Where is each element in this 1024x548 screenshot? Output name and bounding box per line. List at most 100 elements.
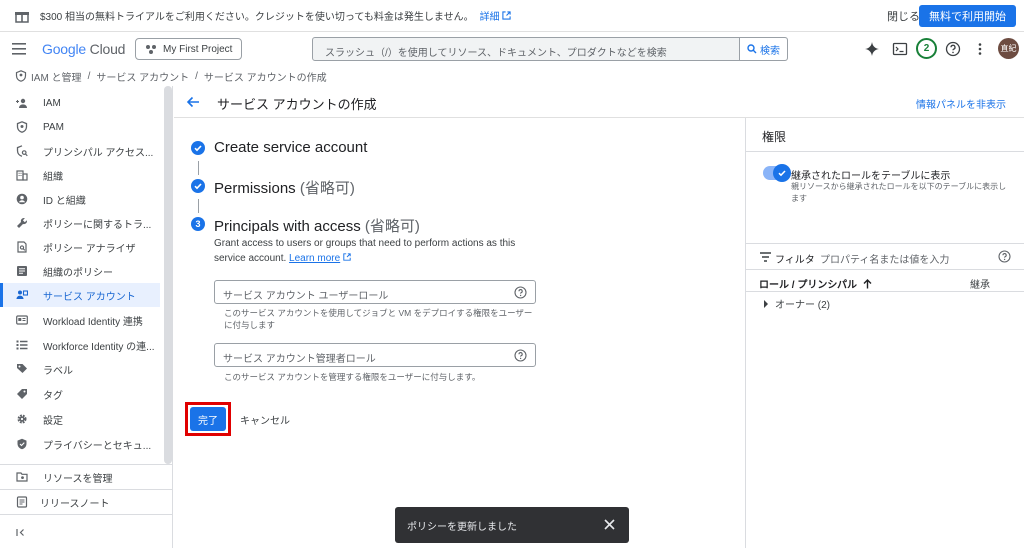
policy-icon — [16, 145, 28, 157]
field-hint: このサービス アカウントを使用してジョブと VM をデプロイする権限をユーザーに… — [224, 308, 533, 330]
top-header: Google Cloud My First Project スラッシュ（/）を使… — [0, 32, 1024, 66]
sidebar-item-pam[interactable]: PAM — [0, 115, 160, 139]
google-cloud-logo[interactable]: Google Cloud — [42, 41, 125, 57]
more-vert-icon[interactable] — [972, 41, 988, 57]
check-icon — [778, 170, 786, 177]
close-icon[interactable] — [604, 519, 615, 530]
project-selector[interactable]: My First Project — [135, 38, 242, 60]
sidebar-item-policy-troubleshooter[interactable]: ポリシーに関するトラ... — [0, 211, 160, 235]
cancel-button[interactable]: キャンセル — [240, 412, 290, 427]
inherited-roles-toggle[interactable] — [763, 164, 791, 182]
project-name: My First Project — [163, 43, 233, 55]
column-header-inherited: 継承 — [970, 280, 990, 291]
page-title: サービス アカウントの作成 — [217, 97, 377, 112]
info-panel: 権限 継承されたロールをテーブルに表示 親リソースから継承されたロールを以下のテ… — [745, 118, 1024, 548]
column-header-role[interactable]: ロール / プリンシパル — [759, 276, 872, 291]
toggle-label: 継承されたロールをテーブルに表示 — [791, 171, 951, 182]
step-create-service-account[interactable]: Create service account — [214, 139, 367, 156]
sidebar-item-manage-resources[interactable]: リソースを管理 — [0, 465, 172, 489]
breadcrumb: IAM と管理 / サービス アカウント / サービス アカウントの作成 — [0, 66, 1024, 86]
page-header: サービス アカウントの作成 情報パネルを非表示 — [174, 86, 1024, 118]
snackbar-toast: ポリシーを更新しました — [395, 507, 629, 543]
panel-title: 権限 — [762, 130, 787, 144]
search-button[interactable]: 検索 — [739, 38, 787, 60]
sidebar-item-service-accounts[interactable]: サービス アカウント — [0, 283, 160, 307]
sidebar-item-principal-access[interactable]: プリンシパル アクセス... — [0, 139, 160, 163]
hide-info-panel-button[interactable]: 情報パネルを非表示 — [916, 96, 1006, 111]
service-account-user-role-input[interactable]: サービス アカウント ユーザーロール — [214, 280, 536, 304]
search-placeholder: スラッシュ（/）を使用してリソース、ドキュメント、プロダクトなどを検索 — [325, 48, 667, 59]
banner-text: $300 相当の無料トライアルをご利用ください。クレジットを使い切っても料金は発… — [40, 12, 474, 23]
account-circle-icon — [16, 193, 28, 205]
filter-label: フィルタ — [775, 255, 815, 266]
sidebar-item-organization[interactable]: 組織 — [0, 163, 160, 187]
trial-banner: $300 相当の無料トライアルをご利用ください。クレジットを使い切っても料金は発… — [0, 0, 1024, 32]
step-principals-with-access[interactable]: Principals with access (省略可) — [214, 215, 420, 236]
sidebar-scrollbar[interactable] — [164, 86, 172, 464]
breadcrumb-item[interactable]: IAM と管理 — [31, 69, 82, 84]
banner-details-link[interactable]: 詳細 — [480, 8, 511, 23]
list-icon — [16, 340, 28, 350]
arrow-up-icon — [863, 278, 872, 288]
sidebar-item-workload-identity[interactable]: Workload Identity 連携 — [0, 308, 160, 332]
sidebar-item-org-policies[interactable]: 組織のポリシー — [0, 259, 160, 283]
privacy-shield-icon — [17, 438, 27, 450]
service-account-admin-role-input[interactable]: サービス アカウント管理者ロール — [214, 343, 536, 367]
article-icon — [17, 266, 27, 276]
shield-icon — [15, 70, 27, 82]
sidebar-item-tags[interactable]: タグ — [0, 382, 160, 406]
tag-icon — [17, 389, 27, 399]
terminal-icon[interactable] — [892, 41, 908, 57]
avatar[interactable]: 直紀 — [998, 38, 1019, 59]
shield-icon — [16, 121, 28, 133]
step-permissions[interactable]: Permissions (省略可) — [214, 177, 355, 198]
release-notes-icon — [16, 496, 28, 508]
sidebar-item-settings[interactable]: 設定 — [0, 407, 160, 431]
create-service-account-wizard: Create service account Permissions (省略可)… — [174, 118, 744, 548]
banner-close-button[interactable]: 閉じる — [887, 8, 920, 24]
label-icon — [17, 364, 27, 373]
arrow-back-icon[interactable] — [186, 95, 200, 109]
notification-badge[interactable]: 2 — [916, 38, 937, 59]
search-input[interactable]: スラッシュ（/）を使用してリソース、ドキュメント、プロダクトなどを検索 検索 — [312, 37, 788, 61]
check-circle-icon — [191, 141, 205, 155]
help-icon[interactable] — [998, 250, 1011, 263]
breadcrumb-item[interactable]: サービス アカウント — [96, 69, 189, 84]
project-icon — [146, 45, 156, 54]
sidebar-item-release-notes[interactable]: リリースノート — [0, 490, 172, 514]
help-icon[interactable] — [945, 41, 961, 57]
sidebar-item-labels[interactable]: ラベル — [0, 357, 160, 381]
table-row[interactable]: オーナー (2) — [763, 296, 830, 311]
filter-input[interactable]: プロパティ名または値を入力 — [820, 251, 949, 266]
external-link-icon — [501, 11, 511, 20]
analyzer-icon — [17, 241, 27, 253]
check-circle-icon — [191, 179, 205, 193]
search-icon — [747, 44, 757, 54]
step-number-badge: 3 — [191, 217, 205, 231]
gemini-sparkle-icon[interactable] — [864, 41, 880, 57]
sidebar-item-identity-organization[interactable]: ID と組織 — [0, 187, 160, 211]
folder-settings-icon — [16, 472, 28, 482]
sidebar-divider — [0, 514, 172, 515]
breadcrumb-item: サービス アカウントの作成 — [203, 72, 327, 84]
toast-message: ポリシーを更新しました — [407, 522, 517, 533]
toggle-description: 親リソースから継承されたロールを以下のテーブルに表示します — [791, 182, 1007, 203]
step-description: Grant access to users or groups that nee… — [214, 238, 516, 264]
sidebar-item-workforce-identity[interactable]: Workforce Identity の連... — [0, 333, 160, 357]
filter-icon[interactable] — [760, 252, 771, 262]
field-hint: このサービス アカウントを管理する権限をユーザーに付与します。 — [224, 372, 481, 382]
sidebar-item-privacy-security[interactable]: プライバシーとセキュ... — [0, 432, 160, 456]
help-icon[interactable] — [514, 286, 527, 299]
sidebar-item-policy-analyzer[interactable]: ポリシー アナライザ — [0, 235, 160, 259]
person-add-icon — [16, 98, 27, 108]
help-icon[interactable] — [514, 349, 527, 362]
collapse-sidebar-icon[interactable] — [16, 528, 25, 537]
building-icon — [16, 170, 28, 181]
service-account-icon — [16, 290, 28, 299]
sidebar-item-iam[interactable]: IAM — [0, 91, 160, 115]
menu-icon[interactable] — [12, 43, 26, 55]
learn-more-link[interactable]: Learn more — [289, 253, 340, 264]
gear-icon — [17, 414, 27, 424]
start-free-button[interactable]: 無料で利用開始 — [919, 5, 1016, 27]
done-button[interactable]: 完了 — [190, 407, 226, 431]
